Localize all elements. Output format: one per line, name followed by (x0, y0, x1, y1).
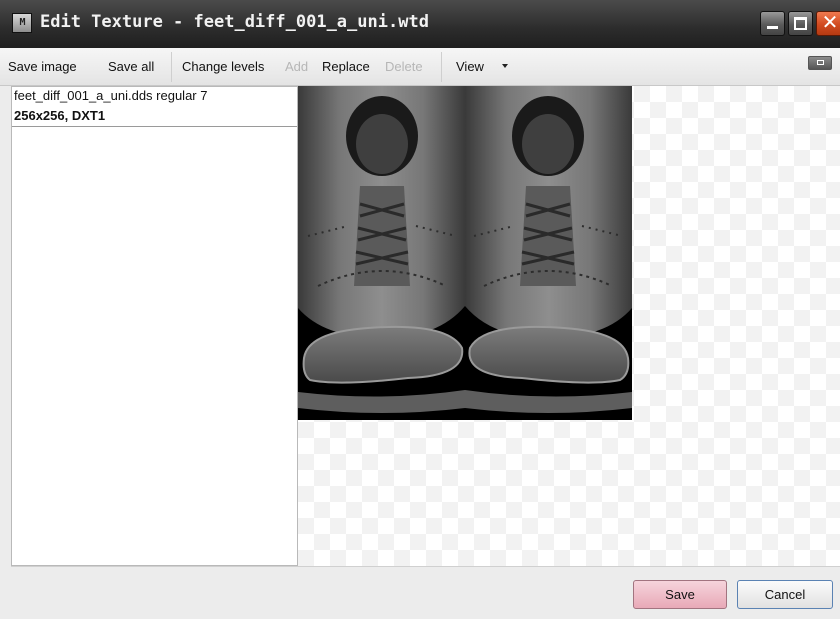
shoe-upper-right (465, 86, 632, 338)
toolbar-separator (441, 52, 442, 82)
list-item[interactable]: feet_diff_001_a_uni.dds regular 7 256x25… (12, 87, 297, 127)
minimize-icon (767, 26, 778, 29)
restore-icon (817, 60, 824, 65)
cancel-button[interactable]: Cancel (737, 580, 833, 609)
replace-button[interactable]: Replace (322, 59, 370, 74)
delete-button[interactable]: Delete (385, 59, 423, 74)
close-button[interactable]: ✕ (816, 11, 840, 36)
chevron-down-icon (502, 64, 508, 68)
minimize-button[interactable] (760, 11, 785, 36)
edit-texture-window: M Edit Texture - feet_diff_001_a_uni.wtd… (0, 0, 840, 619)
maximize-icon (794, 17, 807, 30)
shoe-upper-left (298, 86, 465, 338)
sole-left (302, 325, 464, 384)
texture-list[interactable]: feet_diff_001_a_uni.dds regular 7 256x25… (11, 86, 298, 566)
sole-right (468, 325, 630, 384)
close-icon: ✕ (821, 12, 839, 34)
add-button[interactable]: Add (285, 59, 308, 74)
save-image-button[interactable]: Save image (8, 59, 77, 74)
save-all-button[interactable]: Save all (108, 59, 154, 74)
texture-image (298, 86, 632, 420)
app-icon: M (12, 13, 32, 33)
texture-info: 256x256, DXT1 (14, 108, 106, 123)
view-menu[interactable]: View (456, 59, 484, 74)
toolbar-separator (171, 52, 172, 82)
save-button[interactable]: Save (633, 580, 727, 609)
change-levels-button[interactable]: Change levels (182, 59, 264, 74)
texture-name: feet_diff_001_a_uni.dds regular 7 (14, 88, 208, 103)
toolbar: Save image Save all Change levels Add Re… (0, 48, 840, 86)
texture-preview (298, 86, 840, 566)
maximize-button[interactable] (788, 11, 813, 36)
window-title: Edit Texture - feet_diff_001_a_uni.wtd (40, 12, 429, 32)
restore-window-button[interactable] (808, 56, 832, 70)
title-bar[interactable]: M Edit Texture - feet_diff_001_a_uni.wtd… (0, 0, 840, 48)
